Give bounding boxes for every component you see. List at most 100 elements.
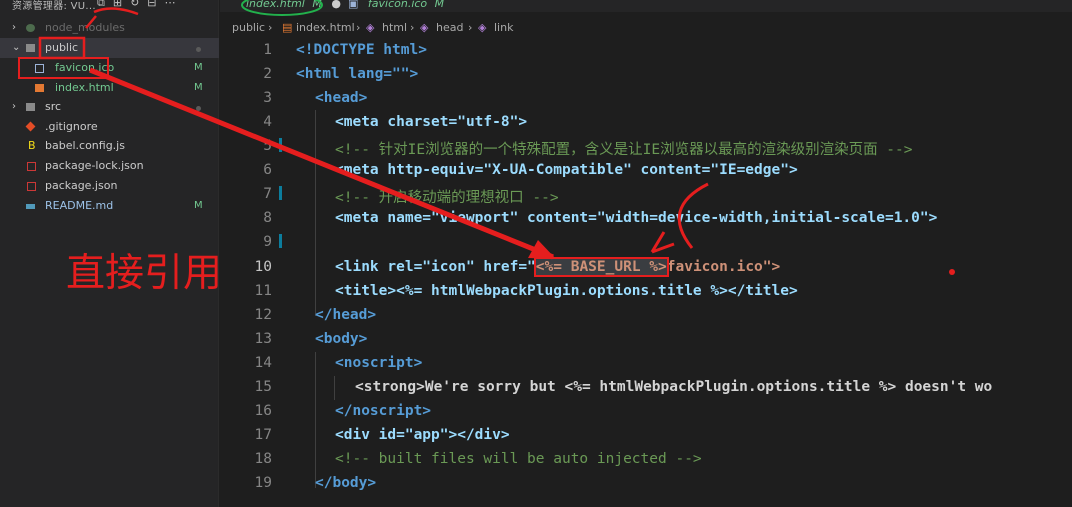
line-number: 18	[254, 451, 272, 467]
breadcrumb-item[interactable]: index.html	[296, 18, 355, 38]
code-editor[interactable]: 1 2 3 4 5 6 7 8 9 10 11 12 13 14 15 16 1…	[220, 38, 1072, 507]
tree-item-package-lock[interactable]: package-lock.json	[0, 156, 219, 176]
chevron-right-icon: ›	[12, 101, 16, 112]
git-change-marker[interactable]	[279, 234, 282, 248]
chevron-right-icon: ›	[12, 22, 16, 33]
image-file-icon: ▣	[348, 0, 359, 10]
image-file-icon	[35, 64, 44, 73]
breadcrumb-item[interactable]: head	[436, 18, 463, 38]
code-line[interactable]: </body>	[315, 475, 376, 491]
line-number: 1	[263, 42, 272, 58]
tree-item-src[interactable]: › src	[0, 97, 219, 117]
tree-item-label: index.html	[55, 81, 114, 94]
indent-guide	[315, 352, 316, 488]
explorer-actions: ⧉ ⊞ ↻ ⊟ ⋯	[97, 0, 184, 10]
code-line[interactable]: <meta http-equiv="X-UA-Compatible" conte…	[335, 162, 798, 178]
code-line[interactable]: </head>	[315, 307, 376, 323]
editor-tabs: index.html M ● ▣ favicon.ico M	[220, 0, 1072, 12]
symbol-icon: ◈	[366, 21, 375, 34]
git-change-marker[interactable]	[279, 138, 282, 152]
tab-favicon[interactable]: ▣ favicon.ico M	[348, 0, 444, 12]
html-file-icon: ▤	[282, 21, 293, 34]
code-comment-line[interactable]: <!-- built files will be auto injected -…	[335, 451, 702, 467]
code-line[interactable]: <strong>We're sorry but <%= htmlWebpackP…	[355, 379, 992, 395]
tree-item-label: package-lock.json	[45, 159, 144, 172]
code-line[interactable]: <body>	[315, 331, 367, 347]
code-line[interactable]: <meta name="viewport" content="width=dev…	[335, 210, 937, 226]
code-line[interactable]: <meta charset="utf-8">	[335, 114, 527, 130]
breadcrumb-item[interactable]: public	[232, 18, 265, 38]
folder-icon	[26, 24, 35, 32]
babel-icon: B	[28, 139, 36, 152]
modified-dot-icon	[196, 47, 201, 52]
line-number: 16	[254, 403, 272, 419]
line-number: 12	[254, 307, 272, 323]
symbol-icon: ◈	[478, 21, 487, 34]
git-change-marker[interactable]	[279, 186, 282, 200]
code-line[interactable]: </noscript>	[335, 403, 431, 419]
code-line[interactable]: <div id="app"></div>	[335, 427, 510, 443]
line-number: 5	[263, 138, 272, 154]
code-line[interactable]: <noscript>	[335, 355, 422, 371]
line-number: 3	[263, 90, 272, 106]
breadcrumb-item[interactable]: html	[382, 18, 407, 38]
annotation-label: 直接引用	[66, 251, 223, 296]
tree-item-favicon[interactable]: favicon.ico M	[0, 58, 219, 78]
new-file-icon[interactable]: ⧉	[97, 0, 105, 9]
code-token: favicon.ico">	[666, 259, 781, 275]
line-number: 4	[263, 114, 272, 130]
line-number: 17	[254, 427, 272, 443]
tree-item-babel-config[interactable]: B babel.config.js	[0, 136, 219, 156]
code-line[interactable]: <!DOCTYPE html>	[296, 42, 427, 58]
line-number: 7	[263, 186, 272, 202]
tree-item-label: README.md	[45, 199, 114, 212]
line-number: 15	[254, 379, 272, 395]
code-line[interactable]: <title><%= htmlWebpackPlugin.options.tit…	[335, 283, 798, 299]
line-number: 8	[263, 210, 272, 226]
tree-item-index-html[interactable]: index.html M	[0, 78, 219, 98]
tab-index-html[interactable]: index.html M ●	[246, 0, 341, 12]
tree-item-label: package.json	[45, 179, 118, 192]
line-number: 6	[263, 162, 272, 178]
indent-guide	[334, 376, 335, 400]
modified-badge: M	[434, 0, 445, 10]
tree-item-gitignore[interactable]: .gitignore	[0, 117, 219, 137]
code-line[interactable]: <html lang="">	[296, 66, 418, 82]
chevron-right-icon: ›	[468, 21, 473, 34]
collapse-all-icon[interactable]: ⊟	[147, 0, 156, 9]
tree-item-package-json[interactable]: package.json	[0, 176, 219, 196]
npm-icon	[27, 162, 36, 171]
modified-dot-icon	[196, 106, 201, 111]
tree-item-readme[interactable]: README.md M	[0, 196, 219, 216]
unsaved-dot-icon[interactable]: ●	[331, 0, 341, 10]
code-comment-line[interactable]: <!-- 针对IE浏览器的一个特殊配置，含义是让IE浏览器以最高的渲染级别渲染页…	[335, 138, 912, 159]
symbol-icon: ◈	[420, 21, 429, 34]
tree-item-label: favicon.ico	[55, 61, 115, 74]
line-number: 9	[263, 234, 272, 250]
indent-guide	[315, 110, 316, 316]
tree-item-label: babel.config.js	[45, 139, 125, 152]
tree-item-public[interactable]: ⌄ public	[0, 38, 219, 58]
code-comment-line[interactable]: <!-- 开启移动端的理想视口 -->	[335, 186, 559, 207]
line-number: 13	[254, 331, 272, 347]
new-folder-icon[interactable]: ⊞	[113, 0, 122, 9]
tree-item-label: .gitignore	[45, 120, 98, 133]
refresh-icon[interactable]: ↻	[130, 0, 139, 9]
code-token: <link rel="icon" href="	[335, 259, 536, 275]
tab-label: favicon.ico	[367, 0, 428, 10]
more-actions-icon[interactable]: ⋯	[165, 0, 176, 9]
code-line-link[interactable]: <link rel="icon" href="<%= BASE_URL %>fa…	[335, 257, 781, 277]
explorer-title: 资源管理器: VU...	[12, 1, 96, 12]
npm-icon	[27, 182, 36, 191]
tree-item-label: src	[45, 100, 62, 113]
breadcrumb: public › ▤ index.html › ◈ html › ◈ head …	[220, 18, 1072, 38]
tree-item-label: public	[45, 41, 79, 54]
tree-item-node-modules[interactable]: › node_modules	[0, 18, 219, 38]
code-line[interactable]: <head>	[315, 90, 367, 106]
chevron-down-icon: ⌄	[12, 42, 21, 53]
line-number: 2	[263, 66, 272, 82]
explorer-header: 资源管理器: VU... ⧉ ⊞ ↻ ⊟ ⋯	[0, 0, 219, 12]
line-number-active: 10	[254, 259, 272, 275]
modified-badge: M	[194, 62, 203, 73]
breadcrumb-item[interactable]: link	[494, 18, 513, 38]
